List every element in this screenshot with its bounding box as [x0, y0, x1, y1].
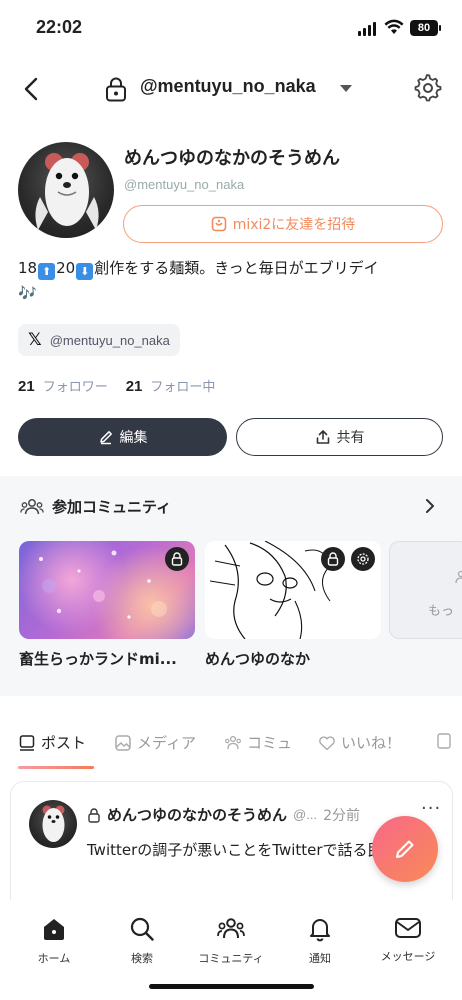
compose-button[interactable] [372, 816, 438, 882]
followers-count[interactable]: 21 [18, 378, 35, 395]
tab-community-label: コミュ [247, 734, 293, 752]
profile-tabs: ポスト メディア コミュ いいね！ [0, 728, 462, 769]
home-indicator [149, 984, 314, 989]
nav-search[interactable]: 検索 [102, 916, 182, 966]
nav-messages-label: メッセージ [380, 950, 436, 963]
post-time: 2分前 [323, 807, 360, 824]
chevron-down-icon[interactable] [339, 84, 353, 93]
wifi-icon [384, 19, 404, 34]
search-icon [130, 917, 154, 941]
pencil-icon [396, 840, 414, 858]
nav-community-label: コミュニティ [198, 952, 264, 965]
status-bar: 22:02 80 [0, 0, 462, 56]
more-communities-label: もっ [428, 604, 455, 619]
status-time: 22:02 [36, 17, 83, 37]
community-card-name[interactable]: めんつゆのなか [205, 648, 310, 669]
post-author[interactable]: めんつゆのなかのそうめん [107, 804, 287, 825]
edit-profile-button[interactable]: 編集 [18, 418, 227, 456]
community-title: 参加コミュニティ [52, 498, 172, 516]
following-count[interactable]: 21 [126, 378, 143, 395]
tab-media-label: メディア [137, 734, 196, 752]
bio-age-to: 20 [56, 259, 76, 277]
heart-icon [319, 735, 335, 750]
share-profile-button[interactable]: 共有 [236, 418, 443, 456]
gear-icon[interactable] [414, 74, 442, 102]
pencil-icon [99, 431, 112, 445]
back-icon[interactable] [20, 76, 44, 102]
message-icon [395, 918, 421, 938]
x-handle: @mentuyu_no_naka [49, 332, 170, 348]
invite-icon [211, 216, 226, 232]
nav-search-label: 検索 [131, 952, 153, 965]
community-card-image[interactable] [19, 541, 195, 639]
tab-posts[interactable]: ポスト [18, 732, 86, 753]
avatar-image [35, 153, 99, 230]
display-name: めんつゆのなかのそうめん [124, 148, 340, 169]
tab-more[interactable] [436, 732, 452, 750]
battery-icon: 80 [410, 20, 441, 36]
avatar[interactable] [29, 800, 77, 848]
people-icon [20, 498, 44, 514]
post-meta: めんつゆのなかのそうめん @... 2分前 [87, 804, 360, 825]
community-icon [225, 735, 241, 749]
lock-icon [106, 77, 126, 102]
bell-icon [310, 919, 330, 942]
nav-community[interactable]: コミュニティ [191, 916, 271, 966]
tab-likes-label: いいね！ [341, 734, 402, 752]
nav-home-label: ホーム [37, 952, 71, 965]
active-tab-indicator [18, 766, 94, 769]
edit-label: 編集 [119, 430, 148, 446]
community-icon [217, 918, 245, 939]
avatar[interactable] [18, 142, 114, 238]
share-icon [316, 430, 329, 444]
home-icon [44, 919, 64, 940]
followers-label[interactable]: フォロワー [43, 376, 108, 395]
follow-stats: 21 フォロワー 21 フォロー中 [18, 376, 233, 395]
document-icon [437, 733, 451, 749]
tab-posts-label: ポスト [41, 734, 87, 752]
post-handle: @... [293, 807, 318, 822]
media-icon [115, 734, 131, 751]
bio-text: 創作をする麺類。きっと毎日がエブリデイ [94, 259, 379, 277]
community-card-image[interactable] [205, 541, 381, 639]
nav-messages[interactable]: メッセージ [368, 916, 448, 964]
music-notes-icon: 🎶 [18, 284, 37, 302]
signal-icon [358, 22, 376, 36]
profile-header: @mentuyu_no_naka [0, 64, 462, 114]
community-header[interactable]: 参加コミュニティ [20, 496, 171, 517]
tab-likes[interactable]: いいね！ [318, 732, 401, 753]
more-options-icon[interactable]: ··· [421, 798, 441, 819]
account-switcher-title[interactable]: @mentuyu_no_naka [140, 76, 316, 97]
share-label: 共有 [336, 430, 365, 446]
tab-community[interactable]: コミュ [224, 732, 292, 753]
nav-notifications-label: 通知 [309, 952, 331, 965]
bio-age-from: 18 [18, 259, 38, 277]
invite-label: mixi2に友達を招待 [232, 217, 356, 233]
community-card-name[interactable]: 畜生らっかランドmi... [19, 648, 177, 669]
lock-icon [321, 547, 345, 571]
people-icon [455, 570, 462, 584]
down-arrow-icon: ⬇ [76, 263, 94, 280]
nav-home[interactable]: ホーム [14, 916, 94, 966]
profile-handle: @mentuyu_no_naka [124, 177, 245, 192]
lock-icon [165, 547, 189, 571]
lock-icon [88, 807, 100, 823]
invite-friends-button[interactable]: mixi2に友達を招待 [123, 205, 443, 243]
community-section: 参加コミュニティ 畜生らっかランドmi... めんつゆのなか もっ [0, 476, 462, 696]
post-text: Twitterの調子が悪いことをTwitterで話る民 [87, 841, 383, 859]
up-arrow-icon: ⬆ [38, 263, 56, 280]
tab-media[interactable]: メディア [114, 732, 196, 753]
x-account-link[interactable]: 𝕏 @mentuyu_no_naka [18, 324, 180, 356]
x-logo-icon: 𝕏 [28, 330, 42, 350]
more-communities-card[interactable]: もっ [389, 541, 462, 639]
post-icon [19, 734, 35, 751]
chevron-right-icon[interactable] [424, 498, 436, 514]
nav-notifications[interactable]: 通知 [280, 916, 360, 966]
avatar-image [42, 805, 65, 842]
following-label[interactable]: フォロー中 [150, 376, 215, 395]
gear-icon[interactable] [351, 547, 375, 571]
profile-bio: 18 ⬆ 20 ⬇ 創作をする麺類。きっと毎日がエブリデイ 🎶 [18, 256, 448, 306]
